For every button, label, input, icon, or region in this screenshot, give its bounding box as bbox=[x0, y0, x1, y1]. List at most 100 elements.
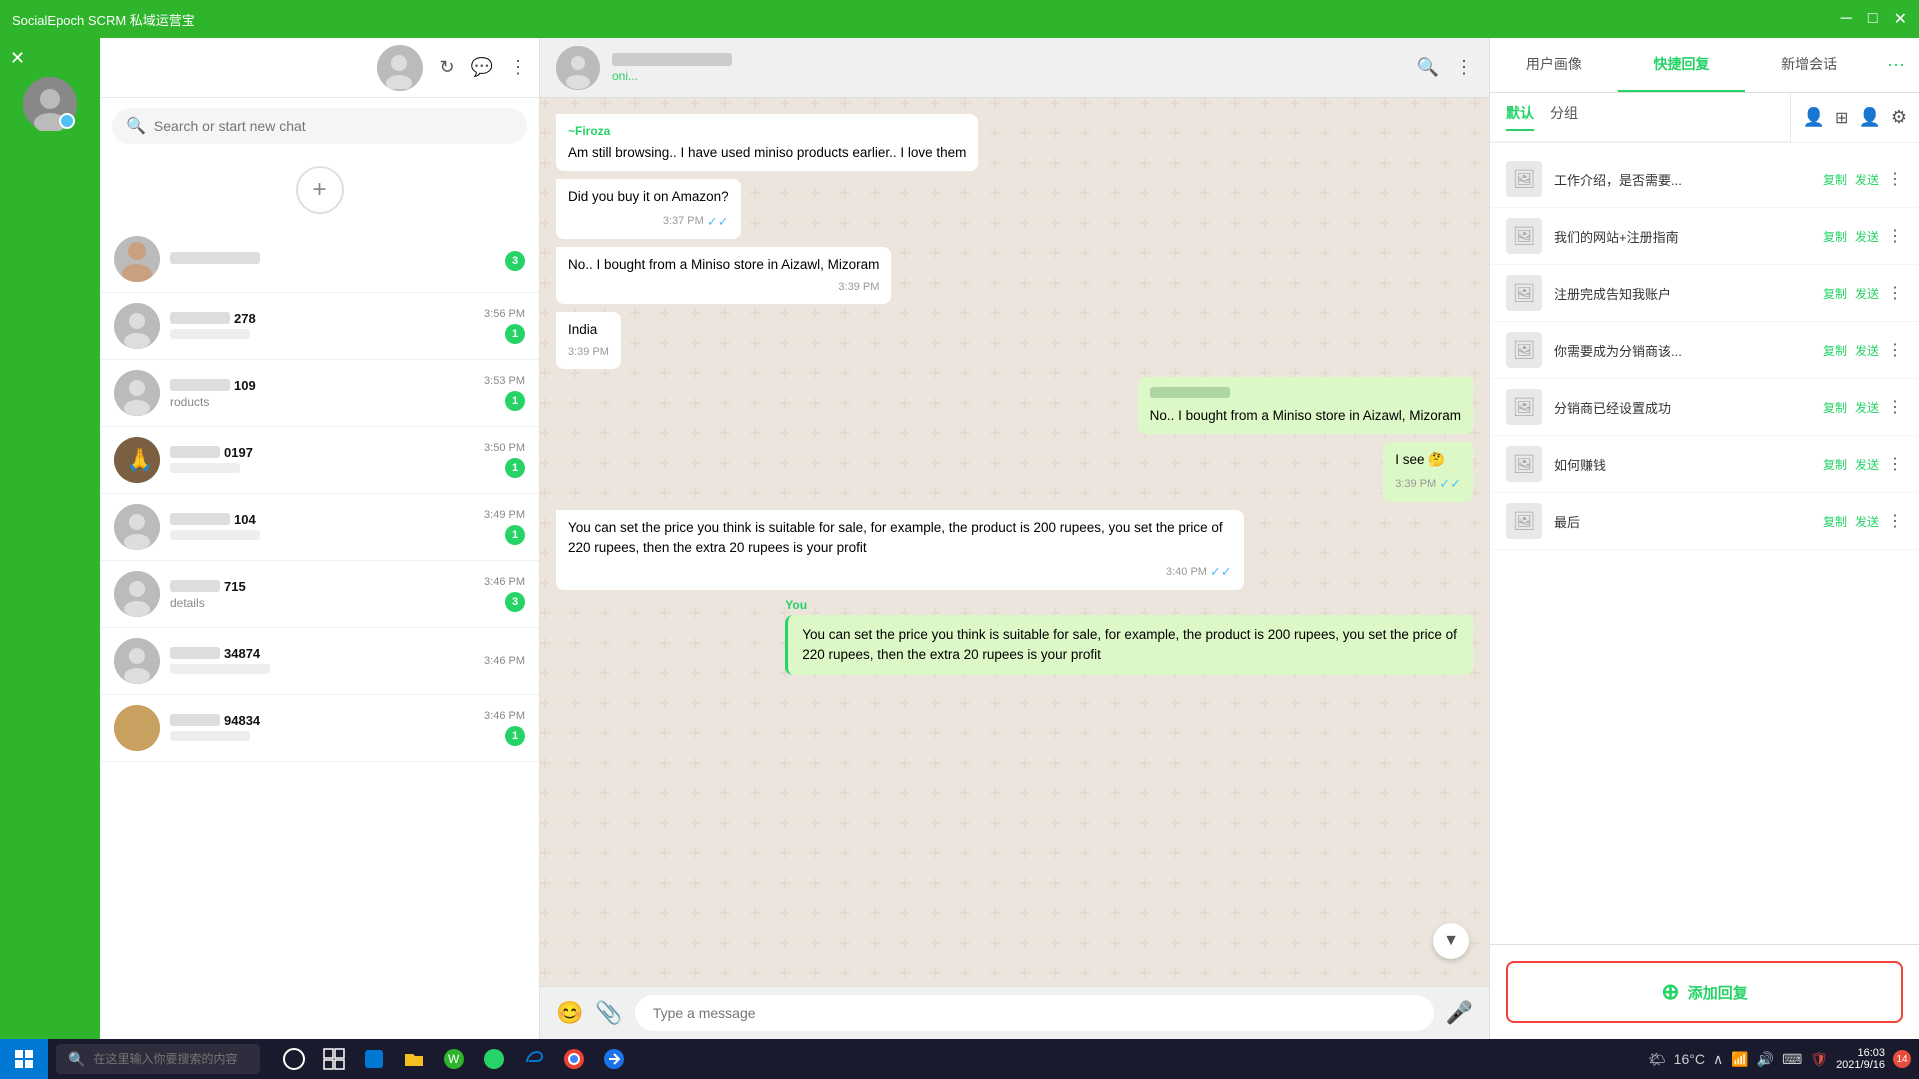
taskbar-app-folder[interactable] bbox=[396, 1041, 432, 1077]
start-button[interactable] bbox=[0, 1039, 48, 1079]
tab-more-icon[interactable]: ⋯ bbox=[1873, 39, 1919, 92]
sidebar-close-icon[interactable]: ✕ bbox=[10, 48, 25, 69]
sidebar-avatar[interactable] bbox=[23, 77, 77, 131]
list-item[interactable]: 104 3:49 PM 1 bbox=[100, 494, 539, 561]
chat-badge: 1 bbox=[505, 391, 525, 411]
send-button[interactable]: 发送 bbox=[1855, 285, 1879, 302]
list-item[interactable]: 🙏 0197 3:50 PM 1 bbox=[100, 427, 539, 494]
add-chat-button[interactable]: + bbox=[296, 166, 344, 214]
qr-actions: 复制 发送 ⋮ bbox=[1823, 169, 1903, 189]
send-button[interactable]: 发送 bbox=[1855, 171, 1879, 188]
quick-reply-item[interactable]: 🖼 最后 复制 发送 ⋮ bbox=[1490, 493, 1919, 550]
refresh-icon[interactable]: ↻ bbox=[439, 57, 454, 78]
qr-more-icon[interactable]: ⋮ bbox=[1887, 340, 1903, 360]
keyboard-icon[interactable]: ⌨ bbox=[1782, 1051, 1802, 1068]
taskbar-clock[interactable]: 16:03 2021/9/16 bbox=[1836, 1047, 1885, 1071]
scroll-down-button[interactable]: ▼ bbox=[1433, 923, 1469, 959]
check-icon: ✓✓ bbox=[707, 212, 729, 232]
message-bubble: India 3:39 PM bbox=[556, 312, 621, 369]
qr-more-icon[interactable]: ⋮ bbox=[1887, 397, 1903, 417]
user-profile-icon[interactable]: 👤 bbox=[1803, 107, 1825, 128]
more-button[interactable]: ⋮ bbox=[1455, 57, 1473, 78]
qr-more-icon[interactable]: ⋮ bbox=[1887, 511, 1903, 531]
taskbar-app-squares[interactable] bbox=[316, 1041, 352, 1077]
qr-more-icon[interactable]: ⋮ bbox=[1887, 283, 1903, 303]
message-row: ~Firoza Am still browsing.. I have used … bbox=[556, 114, 978, 171]
sub-tab-group[interactable]: 分组 bbox=[1550, 103, 1578, 131]
list-item[interactable]: 3 bbox=[100, 226, 539, 293]
maximize-button[interactable]: □ bbox=[1868, 9, 1878, 29]
chat-list-header: ↻ 💬 ⋮ bbox=[100, 38, 539, 98]
quick-reply-item[interactable]: 🖼 分销商已经设置成功 复制 发送 ⋮ bbox=[1490, 379, 1919, 436]
list-item[interactable]: 94834 3:46 PM 1 bbox=[100, 695, 539, 762]
taskbar-app-circle[interactable] bbox=[276, 1041, 312, 1077]
qr-more-icon[interactable]: ⋮ bbox=[1887, 226, 1903, 246]
avatar bbox=[114, 504, 160, 550]
tab-user-profile[interactable]: 用户画像 bbox=[1490, 38, 1618, 92]
taskbar-app-edge[interactable] bbox=[516, 1041, 552, 1077]
more-icon[interactable]: ⋮ bbox=[509, 57, 527, 78]
chat-badge: 1 bbox=[505, 324, 525, 344]
minimize-button[interactable]: ─ bbox=[1841, 9, 1852, 29]
tab-new-conversation[interactable]: 新增会话 bbox=[1745, 38, 1873, 92]
taskbar-app-wechat[interactable]: W bbox=[436, 1041, 472, 1077]
quick-reply-item[interactable]: 🖼 你需要成为分销商该... 复制 发送 ⋮ bbox=[1490, 322, 1919, 379]
list-item[interactable]: 278 3:56 PM 1 bbox=[100, 293, 539, 360]
network-icon[interactable]: 📶 bbox=[1731, 1051, 1748, 1068]
copy-button[interactable]: 复制 bbox=[1823, 228, 1847, 245]
quick-reply-item[interactable]: 🖼 注册完成告知我账户 复制 发送 ⋮ bbox=[1490, 265, 1919, 322]
notification-badge[interactable]: 14 bbox=[1893, 1050, 1911, 1068]
tab-quick-replies[interactable]: 快捷回复 bbox=[1618, 38, 1746, 92]
list-item[interactable]: 34874 3:46 PM bbox=[100, 628, 539, 695]
list-item[interactable]: 109 roducts 3:53 PM 1 bbox=[100, 360, 539, 427]
plus-icon: ⊕ bbox=[1661, 979, 1679, 1005]
search-bar[interactable]: 🔍 bbox=[112, 108, 527, 144]
app-body: ✕ ↻ 💬 ⋮ bbox=[0, 38, 1919, 1039]
search-button[interactable]: 🔍 bbox=[1417, 57, 1439, 78]
taskbar-app-green[interactable] bbox=[476, 1041, 512, 1077]
quick-reply-item[interactable]: 🖼 我们的网站+注册指南 复制 发送 ⋮ bbox=[1490, 208, 1919, 265]
list-item[interactable]: 715 details 3:46 PM 3 bbox=[100, 561, 539, 628]
person-add-icon[interactable]: 👤 bbox=[1858, 107, 1880, 128]
header-avatar bbox=[377, 45, 423, 91]
copy-button[interactable]: 复制 bbox=[1823, 399, 1847, 416]
qr-more-icon[interactable]: ⋮ bbox=[1887, 169, 1903, 189]
qr-more-icon[interactable]: ⋮ bbox=[1887, 454, 1903, 474]
chat-header: oni... 🔍 ⋮ bbox=[540, 38, 1489, 98]
copy-button[interactable]: 复制 bbox=[1823, 285, 1847, 302]
send-button[interactable]: 发送 bbox=[1855, 342, 1879, 359]
chat-icon[interactable]: 💬 bbox=[471, 57, 493, 78]
copy-button[interactable]: 复制 bbox=[1823, 171, 1847, 188]
chevron-up-icon[interactable]: ∧ bbox=[1713, 1051, 1723, 1068]
copy-button[interactable]: 复制 bbox=[1823, 456, 1847, 473]
send-button[interactable]: 发送 bbox=[1855, 513, 1879, 530]
volume-icon[interactable]: 🔊 bbox=[1757, 1051, 1774, 1068]
message-bubble: No.. I bought from a Miniso store in Aiz… bbox=[556, 247, 891, 304]
grid-icon[interactable]: ⊞ bbox=[1835, 108, 1848, 128]
attach-icon[interactable]: 📎 bbox=[595, 1000, 622, 1026]
mic-icon[interactable]: 🎤 bbox=[1446, 1000, 1473, 1026]
send-button[interactable]: 发送 bbox=[1855, 228, 1879, 245]
svg-text:W: W bbox=[448, 1052, 460, 1066]
emoji-icon[interactable]: 😊 bbox=[556, 1000, 583, 1026]
taskbar-search-input[interactable] bbox=[93, 1052, 248, 1066]
send-button[interactable]: 发送 bbox=[1855, 456, 1879, 473]
taskbar-app-chrome[interactable] bbox=[556, 1041, 592, 1077]
copy-button[interactable]: 复制 bbox=[1823, 342, 1847, 359]
taskbar-app-arrow[interactable] bbox=[596, 1041, 632, 1077]
message-input[interactable] bbox=[635, 995, 1434, 1031]
chat-window: oni... 🔍 ⋮ ~Firoza Am still browsing.. I… bbox=[540, 38, 1489, 1039]
search-input[interactable] bbox=[154, 118, 513, 134]
sub-tab-default[interactable]: 默认 bbox=[1506, 103, 1534, 131]
taskbar-search[interactable]: 🔍 bbox=[56, 1044, 260, 1074]
send-button[interactable]: 发送 bbox=[1855, 399, 1879, 416]
copy-button[interactable]: 复制 bbox=[1823, 513, 1847, 530]
close-button[interactable]: ✕ bbox=[1894, 9, 1907, 29]
add-reply-button[interactable]: ⊕ 添加回复 bbox=[1506, 961, 1903, 1023]
settings-icon[interactable]: ⚙ bbox=[1891, 107, 1907, 128]
quick-reply-item[interactable]: 🖼 工作介绍，是否需要... 复制 发送 ⋮ bbox=[1490, 151, 1919, 208]
qr-image-icon: 🖼 bbox=[1506, 446, 1542, 482]
taskbar-app-blue[interactable] bbox=[356, 1041, 392, 1077]
security-icon[interactable]: 🛡 bbox=[1810, 1051, 1828, 1068]
quick-reply-item[interactable]: 🖼 如何赚钱 复制 发送 ⋮ bbox=[1490, 436, 1919, 493]
